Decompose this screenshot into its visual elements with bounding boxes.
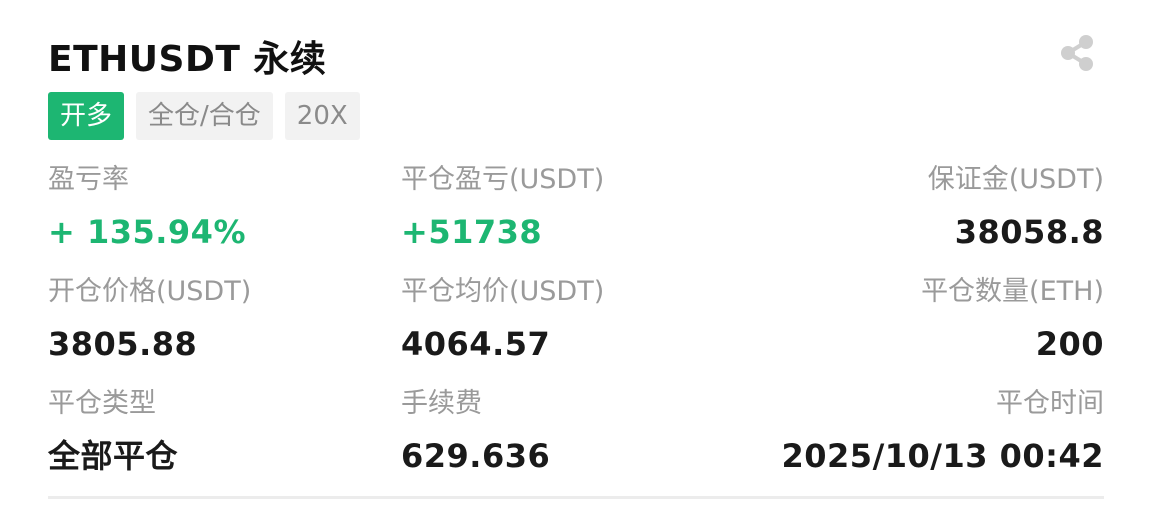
close-pnl-cell: 平仓盈亏(USDT) +51738	[401, 162, 741, 252]
stats-row: 盈亏率 + 135.94% 平仓盈亏(USDT) +51738 保证金(USDT…	[48, 162, 1104, 274]
open-price-label: 开仓价格(USDT)	[48, 276, 252, 307]
stats-row: 开仓价格(USDT) 3805.88 平仓均价(USDT) 4064.57 平仓…	[48, 274, 1104, 386]
close-time-value: 2025/10/13 00:42	[781, 437, 1104, 475]
fee-value: 629.636	[401, 437, 551, 475]
margin-label: 保证金(USDT)	[927, 164, 1104, 195]
contract-title: ETHUSDT 永续	[48, 39, 327, 80]
open-price-cell: 开仓价格(USDT) 3805.88	[48, 274, 388, 364]
share-icon[interactable]	[1056, 32, 1098, 74]
close-pnl-label: 平仓盈亏(USDT)	[401, 164, 605, 195]
margin-mode-tag: 全仓/合仓	[136, 92, 273, 140]
margin-value: 38058.8	[954, 213, 1104, 251]
fee-label: 手续费	[401, 388, 482, 419]
direction-tag: 开多	[48, 92, 125, 140]
close-qty-cell: 平仓数量(ETH) 200	[764, 274, 1104, 364]
close-pnl-value: +51738	[401, 213, 543, 251]
close-avg-price-label: 平仓均价(USDT)	[401, 276, 605, 307]
close-avg-price-value: 4064.57	[401, 325, 551, 363]
close-avg-price-cell: 平仓均价(USDT) 4064.57	[401, 274, 741, 364]
card-header: ETHUSDT 永续	[48, 28, 1104, 80]
close-type-cell: 平仓类型 全部平仓	[48, 386, 388, 476]
close-time-cell: 平仓时间 2025/10/13 00:42	[764, 386, 1105, 476]
fee-cell: 手续费 629.636	[401, 386, 741, 476]
pnl-rate-cell: 盈亏率 + 135.94%	[48, 162, 388, 252]
stats-grid: 盈亏率 + 135.94% 平仓盈亏(USDT) +51738 保证金(USDT…	[48, 162, 1104, 498]
close-type-value: 全部平仓	[48, 437, 179, 475]
leverage-tag: 20X	[284, 92, 360, 140]
stats-row: 平仓类型 全部平仓 手续费 629.636 平仓时间 2025/10/13 00…	[48, 386, 1104, 498]
position-tags: 开多 全仓/合仓 20X	[48, 92, 360, 140]
position-card: ETHUSDT 永续 开多 全仓/合仓 20X 盈亏率 + 135.94% 平仓…	[48, 28, 1104, 500]
pnl-rate-label: 盈亏率	[48, 164, 129, 195]
close-time-label: 平仓时间	[996, 388, 1104, 419]
close-qty-label: 平仓数量(ETH)	[921, 276, 1104, 307]
divider	[48, 496, 1104, 499]
open-price-value: 3805.88	[48, 325, 198, 363]
close-type-label: 平仓类型	[48, 388, 156, 419]
margin-cell: 保证金(USDT) 38058.8	[764, 162, 1104, 252]
close-qty-value: 200	[1035, 325, 1104, 363]
pnl-rate-value: + 135.94%	[48, 213, 246, 251]
